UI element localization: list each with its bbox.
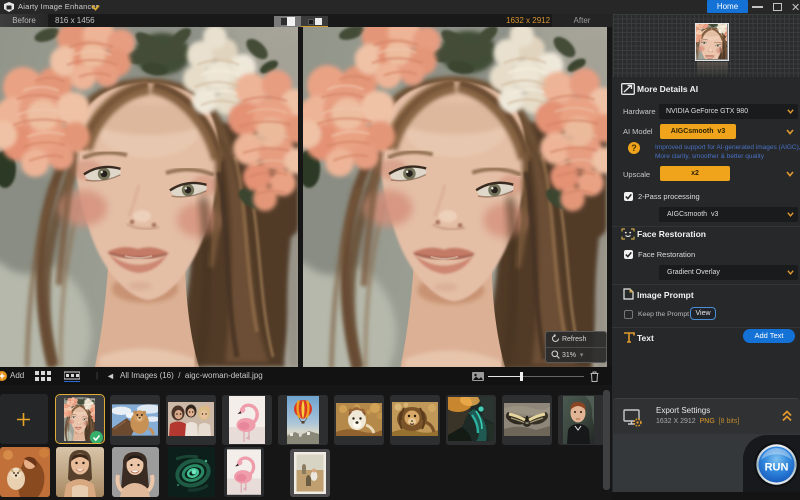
svg-text:RUN: RUN (765, 462, 789, 474)
